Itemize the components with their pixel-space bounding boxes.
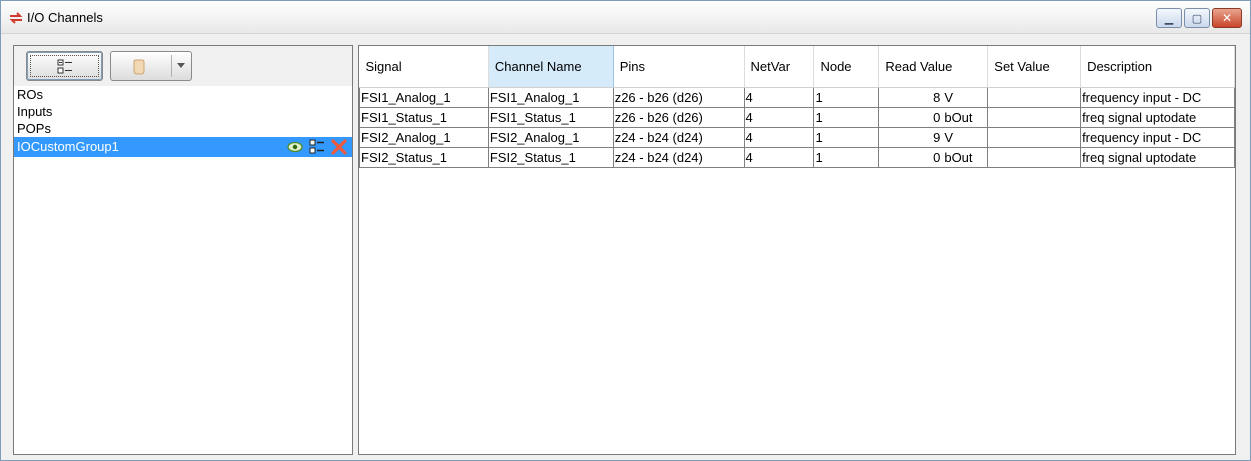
cell-channel-name[interactable]: FSI1_Status_1 [487,106,614,128]
cell-signal[interactable]: FSI1_Status_1 [359,106,489,128]
io-channels-icon [9,12,23,24]
cell-description[interactable]: freq signal uptodate [1080,106,1235,128]
maximize-icon: ▢ [1191,11,1203,25]
group-item-label: Inputs [17,104,53,119]
read-value: 8 [933,89,941,105]
column-header-set-value[interactable]: Set Value [987,46,1082,88]
cell-read-value[interactable]: 0 bOut [878,106,989,128]
column-header-pins[interactable]: Pins [613,46,745,88]
table-header-row: Signal Channel Name Pins NetVar Node Rea… [359,46,1235,88]
group-panel: ROs Inputs POPs IOCustomGroup1 [13,45,353,455]
cell-set-value[interactable] [987,86,1082,108]
cell-set-value[interactable] [987,106,1082,128]
cell-node[interactable]: 1 [813,106,880,128]
cell-signal[interactable]: FSI2_Analog_1 [359,126,489,148]
cell-netvar[interactable]: 4 [743,126,815,148]
close-button[interactable]: ✕ [1212,8,1242,28]
column-header-description[interactable]: Description [1080,46,1235,88]
cell-signal[interactable]: FSI1_Analog_1 [359,86,489,108]
cell-pins[interactable]: z24 - b24 (d24) [612,126,745,148]
group-item-ros[interactable]: ROs [14,86,352,103]
cell-description[interactable]: frequency input - DC [1080,86,1235,108]
cell-netvar[interactable]: 4 [743,106,815,128]
io-channels-window: I/O Channels ▁ ▢ ✕ ROs Inputs POPs IOCus… [0,0,1251,461]
cell-read-value[interactable]: 8V [878,86,989,108]
column-header-read-value[interactable]: Read Value [878,46,989,88]
group-item-pops[interactable]: POPs [14,120,352,137]
column-header-signal[interactable]: Signal [359,46,489,88]
column-header-netvar[interactable]: NetVar [744,46,815,88]
cell-netvar[interactable]: 4 [743,86,815,108]
window-title: I/O Channels [27,10,103,25]
cell-read-value[interactable]: 0 bOut [878,146,989,168]
cell-netvar[interactable]: 4 [743,146,815,168]
hand-tool-dropdown[interactable] [110,51,192,81]
cell-channel-name[interactable]: FSI2_Analog_1 [487,126,614,148]
group-item-actions [282,138,348,156]
read-unit: bOut [944,109,973,125]
cell-set-value[interactable] [987,146,1082,168]
cell-signal[interactable]: FSI2_Status_1 [359,146,489,168]
read-value: 9 [933,129,941,145]
group-item-label: IOCustomGroup1 [17,139,119,154]
cell-pins[interactable]: z26 - b26 (d26) [612,106,745,128]
tree-edit-icon[interactable] [308,138,326,156]
maximize-button[interactable]: ▢ [1184,8,1210,28]
table-row[interactable]: FSI2_Analog_1 FSI2_Analog_1 z24 - b24 (d… [359,126,1235,148]
cell-node[interactable]: 1 [813,86,880,108]
group-item-inputs[interactable]: Inputs [14,103,352,120]
hand-icon [133,59,145,75]
dropdown-separator [171,55,172,77]
cell-set-value[interactable] [987,126,1082,148]
cell-node[interactable]: 1 [813,146,880,168]
read-unit: bOut [944,149,973,165]
group-item-label: POPs [17,121,51,136]
group-toolbar [14,46,352,86]
group-list: ROs Inputs POPs IOCustomGroup1 [14,86,352,157]
cell-pins[interactable]: z24 - b24 (d24) [612,146,745,168]
cell-description[interactable]: freq signal uptodate [1080,146,1235,168]
minimize-button[interactable]: ▁ [1156,8,1182,28]
tree-view-icon [57,59,72,74]
window-controls: ▁ ▢ ✕ [1154,8,1242,28]
read-unit: V [944,89,954,105]
column-header-node[interactable]: Node [813,46,880,88]
group-item-iocustomgroup1[interactable]: IOCustomGroup1 [14,137,352,157]
cell-read-value[interactable]: 9V [878,126,989,148]
eye-icon[interactable] [286,138,304,156]
delete-icon[interactable] [330,138,348,156]
table-row[interactable]: FSI1_Status_1 FSI1_Status_1 z26 - b26 (d… [359,106,1235,128]
read-value: 0 [933,109,941,125]
read-unit: V [944,129,954,145]
cell-channel-name[interactable]: FSI1_Analog_1 [487,86,614,108]
tree-view-button[interactable] [26,51,103,81]
cell-description[interactable]: frequency input - DC [1080,126,1235,148]
read-value: 0 [933,149,941,165]
minimize-icon: ▁ [1164,11,1174,25]
group-item-label: ROs [17,87,43,102]
title-bar[interactable]: I/O Channels ▁ ▢ ✕ [1,1,1250,34]
table-row[interactable]: FSI2_Status_1 FSI2_Status_1 z24 - b24 (d… [359,146,1235,168]
channels-table: Signal Channel Name Pins NetVar Node Rea… [359,46,1235,168]
channels-table-panel: Signal Channel Name Pins NetVar Node Rea… [358,45,1236,455]
chevron-down-icon[interactable] [177,63,185,68]
cell-pins[interactable]: z26 - b26 (d26) [612,86,745,108]
cell-channel-name[interactable]: FSI2_Status_1 [487,146,614,168]
column-header-channel-name[interactable]: Channel Name [487,46,614,88]
close-icon: ✕ [1221,11,1233,25]
cell-node[interactable]: 1 [813,126,880,148]
table-row[interactable]: FSI1_Analog_1 FSI1_Analog_1 z26 - b26 (d… [359,86,1235,108]
